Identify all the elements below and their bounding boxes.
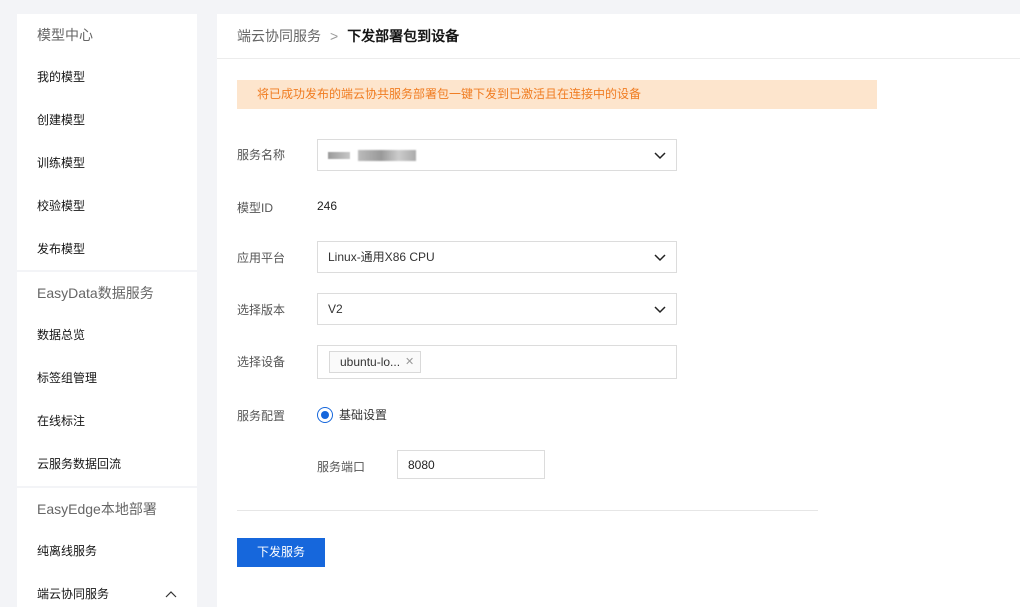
- port-input[interactable]: [397, 450, 545, 479]
- device-tag-label: ubuntu-lo...: [340, 355, 401, 369]
- device-multiselect[interactable]: ubuntu-lo... ✕: [317, 345, 677, 379]
- sidebar-section-model-center: 模型中心 我的模型 创建模型 训练模型 校验模型 发布模型: [17, 14, 197, 270]
- divider: [237, 510, 818, 511]
- deploy-service-button[interactable]: 下发服务: [237, 538, 325, 567]
- sidebar-section-title: EasyData数据服务: [37, 285, 154, 301]
- sidebar-item-train-model[interactable]: 训练模型: [17, 142, 197, 185]
- basic-settings-label: 基础设置: [339, 408, 388, 422]
- main-panel: 端云协同服务 > 下发部署包到设备 将已成功发布的端云协共服务部署包一键下发到已…: [217, 14, 1020, 607]
- sidebar-item-online-labeling[interactable]: 在线标注: [17, 400, 197, 443]
- sidebar-item-label-group-management[interactable]: 标签组管理: [17, 357, 197, 400]
- breadcrumb: 端云协同服务 > 下发部署包到设备: [217, 14, 1020, 59]
- radio-checked-icon: [317, 406, 333, 423]
- info-notice: 将已成功发布的端云协共服务部署包一键下发到已激活且在连接中的设备: [237, 80, 877, 109]
- sidebar-item-validate-model[interactable]: 校验模型: [17, 185, 197, 228]
- chevron-down-icon: [654, 152, 666, 160]
- redacted-text: [328, 152, 350, 159]
- service-name-label: 服务名称: [237, 148, 286, 162]
- sidebar-item-create-model[interactable]: 创建模型: [17, 99, 197, 142]
- sidebar-item-label: 端云协同服务: [37, 587, 110, 601]
- device-tag: ubuntu-lo... ✕: [329, 351, 422, 373]
- port-label: 服务端口: [317, 460, 366, 474]
- version-label: 选择版本: [237, 303, 286, 317]
- model-id-label: 模型ID: [237, 201, 274, 215]
- sidebar-section-easyedge: EasyEdge本地部署 纯离线服务 端云协同服务: [17, 488, 197, 607]
- model-id-value: 246: [317, 199, 338, 213]
- config-label: 服务配置: [237, 409, 286, 423]
- chevron-up-icon: [165, 573, 177, 607]
- sidebar-section-title: EasyEdge本地部署: [37, 501, 157, 517]
- sidebar-item-my-models[interactable]: 我的模型: [17, 56, 197, 99]
- platform-select[interactable]: Linux-通用X86 CPU: [317, 241, 677, 273]
- chevron-down-icon: [654, 306, 666, 314]
- version-select[interactable]: V2: [317, 293, 677, 325]
- sidebar-item-cloud-data-return[interactable]: 云服务数据回流: [17, 443, 197, 486]
- close-icon[interactable]: ✕: [405, 352, 414, 372]
- sidebar: 模型中心 我的模型 创建模型 训练模型 校验模型 发布模型 EasyData数据…: [17, 14, 197, 607]
- basic-settings-radio[interactable]: 基础设置: [317, 406, 387, 423]
- breadcrumb-link[interactable]: 端云协同服务: [237, 26, 321, 46]
- sidebar-item-edge-cloud-service[interactable]: 端云协同服务: [17, 573, 197, 607]
- redacted-text: [358, 150, 416, 161]
- service-name-select[interactable]: [317, 139, 677, 171]
- page-title: 下发部署包到设备: [347, 28, 460, 44]
- platform-selected-value: Linux-通用X86 CPU: [328, 250, 435, 264]
- chevron-down-icon: [654, 254, 666, 262]
- sidebar-section-easydata: EasyData数据服务 数据总览 标签组管理 在线标注 云服务数据回流: [17, 272, 197, 486]
- sidebar-item-data-overview[interactable]: 数据总览: [17, 314, 197, 357]
- sidebar-item-publish-model[interactable]: 发布模型: [17, 228, 197, 271]
- breadcrumb-separator: >: [330, 28, 339, 44]
- sidebar-section-title: 模型中心: [37, 27, 93, 43]
- version-selected-value: V2: [328, 302, 343, 316]
- sidebar-item-offline-service[interactable]: 纯离线服务: [17, 530, 197, 573]
- platform-label: 应用平台: [237, 251, 286, 265]
- device-label: 选择设备: [237, 355, 286, 369]
